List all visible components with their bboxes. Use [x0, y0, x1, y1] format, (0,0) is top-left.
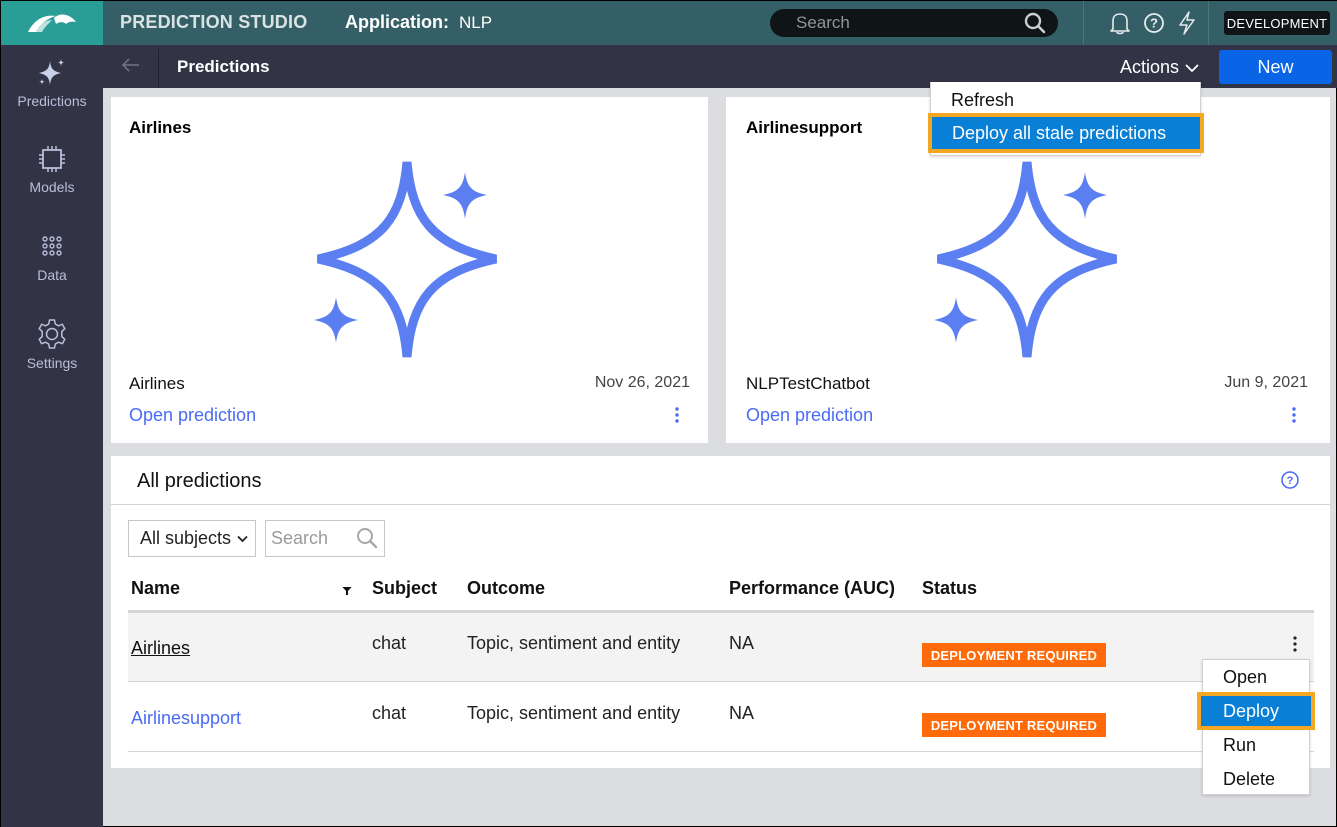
sidebar: Predictions Models Data Settings	[1, 45, 103, 827]
header-divider	[1208, 1, 1209, 45]
outcome-cell: Topic, sentiment and entity	[467, 703, 681, 723]
column-filter-button[interactable]	[342, 580, 352, 601]
status-badge: DEPLOYMENT REQUIRED	[922, 643, 1106, 667]
subject-cell: chat	[372, 703, 407, 723]
actions-button[interactable]: Actions	[1120, 57, 1199, 78]
header-divider	[158, 49, 159, 87]
sparkle-icon	[39, 59, 65, 85]
menu-item-deploy[interactable]: Deploy	[1197, 692, 1315, 730]
application-name[interactable]: NLP	[459, 13, 492, 33]
sidebar-item-settings[interactable]: Settings	[1, 317, 103, 371]
notifications-button[interactable]	[1108, 11, 1132, 35]
subject-cell: chat	[372, 633, 407, 653]
arrow-left-icon	[121, 58, 139, 72]
help-button[interactable]: ?	[1280, 470, 1300, 495]
open-prediction-link[interactable]: Open prediction	[746, 405, 873, 426]
menu-item-open[interactable]: Open	[1223, 667, 1267, 688]
sparkle-illustration-icon	[934, 161, 1117, 358]
menu-item-delete[interactable]: Delete	[1223, 769, 1275, 790]
sidebar-item-label: Predictions	[17, 93, 87, 109]
actions-menu: Refresh Deploy all stale predictions	[928, 82, 1204, 156]
sidebar-item-data[interactable]: Data	[1, 231, 103, 283]
column-header-name[interactable]: Name	[131, 578, 180, 599]
application-label: Application:	[345, 12, 449, 32]
prediction-name-link[interactable]: Airlines	[131, 638, 190, 659]
table-search-input[interactable]: Search	[265, 520, 385, 557]
gear-icon	[38, 319, 66, 349]
card-more-button[interactable]	[1291, 406, 1297, 427]
open-prediction-link[interactable]: Open prediction	[129, 405, 256, 426]
card-date: Jun 9, 2021	[1224, 374, 1308, 391]
help-button[interactable]: ?	[1142, 11, 1166, 35]
app-logo[interactable]	[1, 1, 103, 45]
back-button[interactable]	[121, 57, 141, 78]
row-more-button[interactable]	[1292, 635, 1298, 656]
global-search-input[interactable]: Search	[770, 9, 1058, 37]
card-model-name: Airlines	[129, 374, 185, 393]
sidebar-item-predictions[interactable]: Predictions	[1, 57, 103, 109]
card-more-button[interactable]	[674, 406, 680, 427]
prediction-name-link[interactable]: Airlinesupport	[131, 708, 241, 729]
table-row[interactable]: Airlinesupport chat Topic, sentiment and…	[128, 683, 1314, 752]
all-predictions-panel: All predictions ? All subjects Search Na…	[111, 456, 1330, 768]
column-header-performance[interactable]: Performance (AUC)	[729, 578, 895, 599]
sidebar-item-label: Models	[29, 179, 75, 195]
bell-icon	[1110, 13, 1130, 35]
page-title: Predictions	[177, 57, 270, 76]
lightning-icon	[1179, 11, 1195, 35]
actions-label: Actions	[1120, 57, 1180, 77]
header-divider	[1083, 1, 1084, 45]
dots-grid-icon	[42, 236, 62, 256]
table-search-placeholder: Search	[271, 528, 329, 548]
column-header-outcome[interactable]: Outcome	[467, 578, 545, 599]
more-vertical-icon	[675, 407, 679, 423]
card-title: Airlinesupport	[746, 118, 863, 137]
new-button[interactable]: New	[1219, 50, 1332, 84]
status-badge: DEPLOYMENT REQUIRED	[922, 713, 1106, 737]
chevron-down-icon	[1185, 63, 1199, 72]
more-vertical-icon	[1292, 407, 1296, 423]
quick-actions-button[interactable]	[1175, 11, 1199, 35]
section-title: All predictions	[137, 470, 262, 492]
sidebar-item-models[interactable]: Models	[1, 143, 103, 195]
card-title: Airlines	[129, 118, 192, 137]
search-icon[interactable]	[356, 527, 378, 549]
search-icon[interactable]	[1024, 12, 1046, 34]
chevron-down-icon	[237, 535, 248, 542]
card-date: Nov 26, 2021	[594, 374, 690, 391]
row-context-menu: Open Deploy Run Delete	[1197, 659, 1315, 795]
performance-cell: NA	[729, 703, 755, 723]
menu-item-run[interactable]: Run	[1223, 735, 1256, 756]
column-header-status[interactable]: Status	[922, 578, 977, 599]
prediction-card: Airlines Airlines Nov 26, 2021 Open pred…	[111, 97, 708, 443]
help-icon: ?	[1281, 471, 1299, 489]
global-search-placeholder: Search	[796, 13, 850, 32]
environment-badge: DEVELOPMENT	[1224, 11, 1330, 35]
svg-text:?: ?	[1287, 475, 1294, 487]
sidebar-item-label: Data	[37, 267, 67, 283]
filter-icon	[342, 587, 352, 595]
logo-icon	[28, 14, 76, 32]
divider	[111, 504, 1330, 505]
more-vertical-icon	[1293, 636, 1297, 652]
table-row[interactable]: Airlines chat Topic, sentiment and entit…	[128, 613, 1314, 682]
top-header: PREDICTION STUDIO Application: NLP Searc…	[1, 1, 1337, 45]
product-title: PREDICTION STUDIO	[120, 12, 308, 32]
subject-filter-value: All subjects	[140, 528, 232, 548]
sparkle-illustration-icon	[314, 161, 497, 358]
chip-icon	[39, 146, 65, 172]
menu-item-deploy-all-stale[interactable]: Deploy all stale predictions	[928, 113, 1204, 153]
column-header-subject[interactable]: Subject	[372, 578, 437, 599]
card-model-name: NLPTestChatbot	[746, 374, 870, 393]
svg-text:?: ?	[1150, 16, 1158, 31]
performance-cell: NA	[729, 633, 755, 653]
subject-filter-select[interactable]: All subjects	[128, 520, 256, 557]
outcome-cell: Topic, sentiment and entity	[467, 633, 681, 653]
help-icon: ?	[1144, 13, 1164, 33]
sidebar-item-label: Settings	[26, 355, 78, 371]
menu-item-refresh[interactable]: Refresh	[951, 90, 1014, 111]
